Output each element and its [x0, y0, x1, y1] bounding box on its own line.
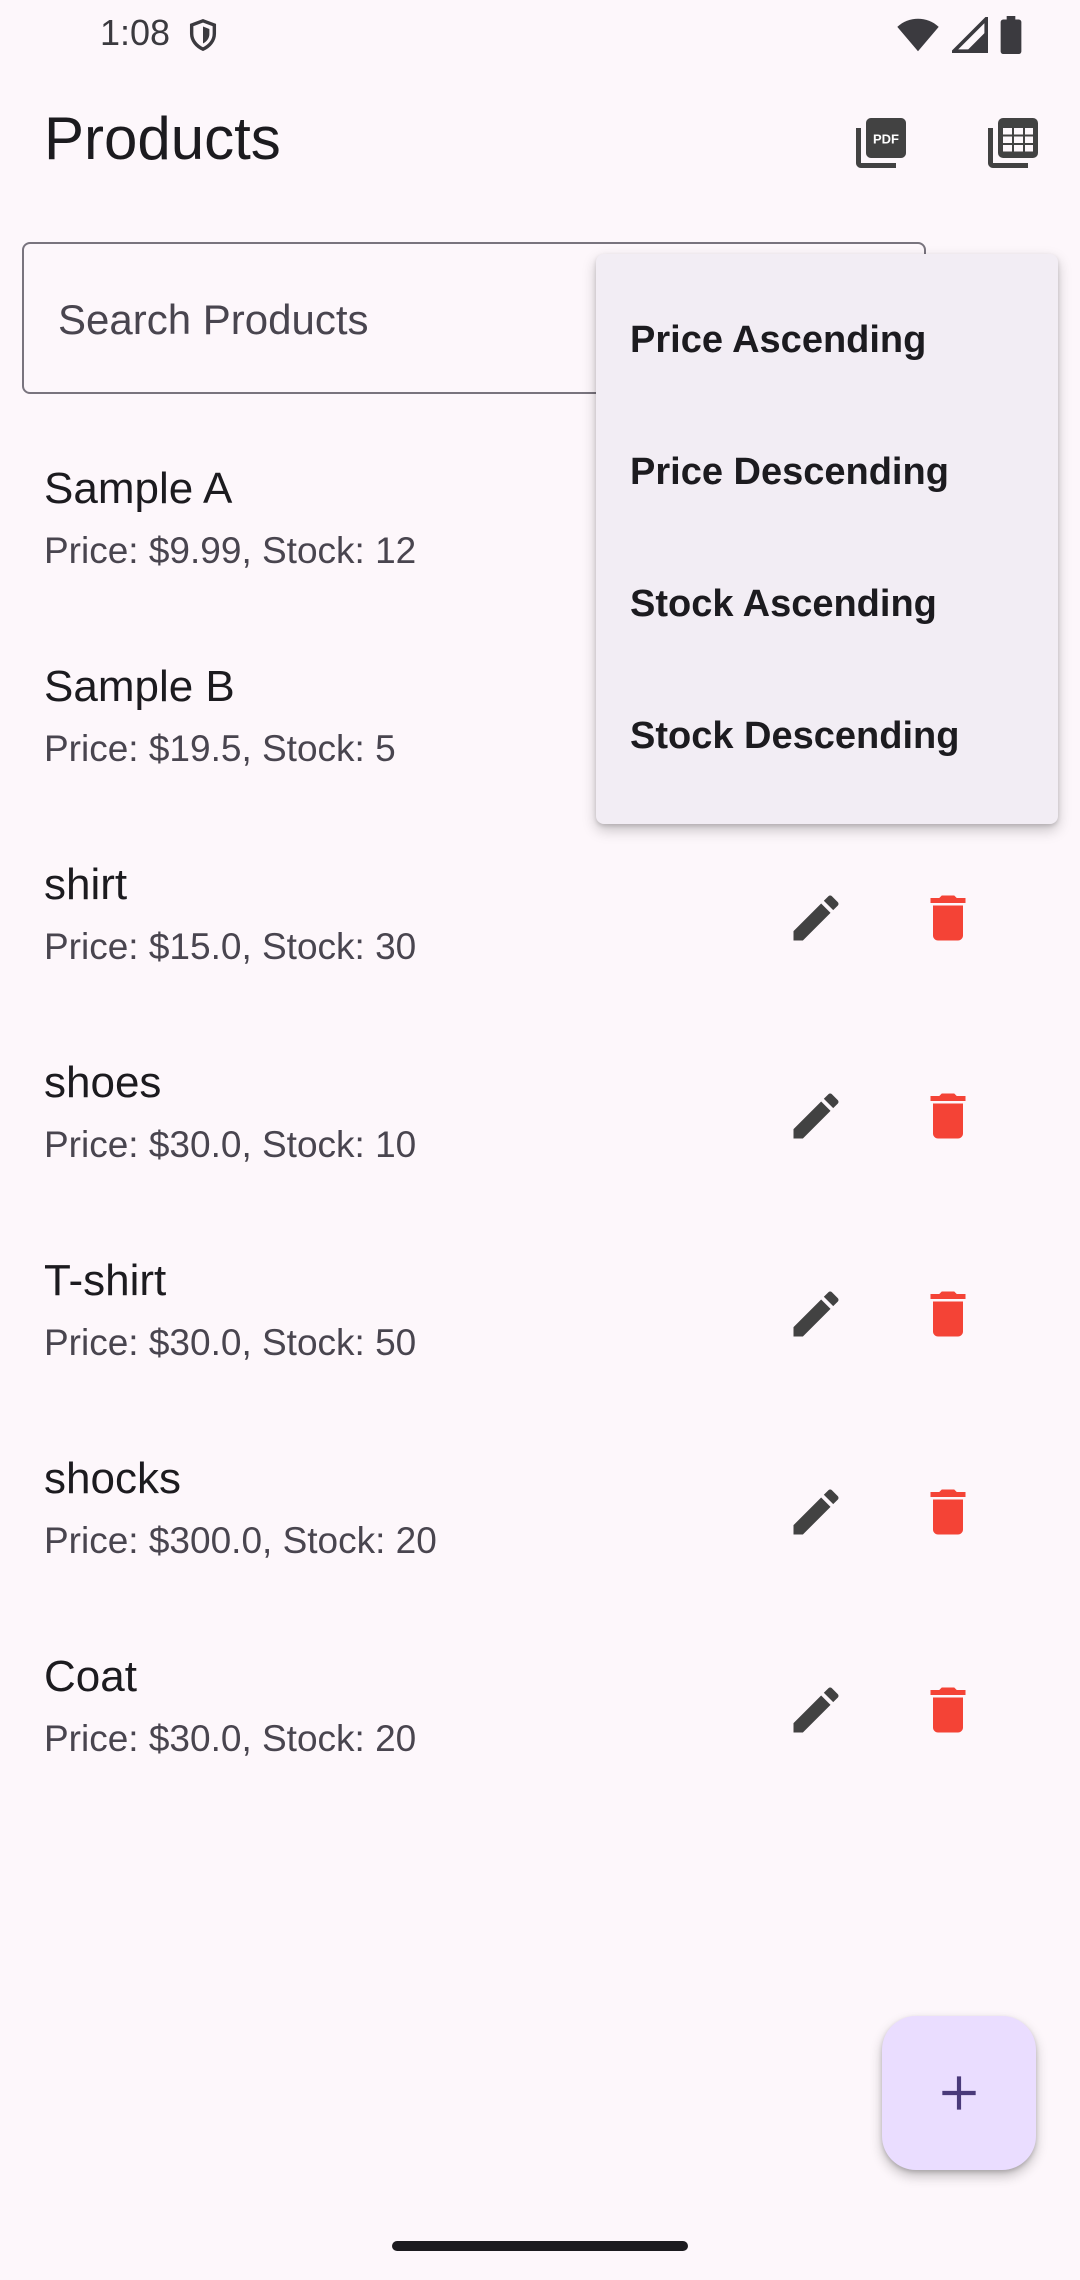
status-time: 1:08: [100, 12, 171, 53]
picture-as-pdf-icon: PDF: [856, 118, 906, 168]
product-row[interactable]: Coat Price: $30.0, Stock: 20: [0, 1618, 1080, 1816]
pencil-icon: [793, 1291, 839, 1337]
delete-button[interactable]: [900, 1662, 996, 1758]
menu-item-stock-ascending[interactable]: Stock Ascending: [596, 538, 1058, 670]
menu-item-price-descending[interactable]: Price Descending: [596, 406, 1058, 538]
add-product-button[interactable]: [882, 2016, 1036, 2170]
home-indicator[interactable]: [392, 2241, 688, 2251]
sort-menu: Price Ascending Price Descending Stock A…: [596, 254, 1058, 824]
product-detail: Price: $30.0, Stock: 10: [44, 1124, 417, 1165]
pencil-icon: [793, 1093, 839, 1139]
menu-item-stock-descending[interactable]: Stock Descending: [596, 670, 1058, 802]
status-icons: [896, 16, 1022, 54]
edit-button[interactable]: [768, 1266, 864, 1362]
delete-button[interactable]: [900, 1266, 996, 1362]
product-row[interactable]: shoes Price: $30.0, Stock: 10: [0, 1024, 1080, 1222]
edit-button[interactable]: [768, 1068, 864, 1164]
product-row[interactable]: shocks Price: $300.0, Stock: 20: [0, 1420, 1080, 1618]
page-title: Products: [44, 105, 281, 172]
screen: 1:08 Products PDF Search Products Sample…: [0, 0, 1080, 2280]
product-name: T-shirt: [44, 1256, 167, 1305]
trash-icon: [930, 1489, 966, 1535]
trash-icon: [930, 1093, 966, 1139]
wifi-icon: [897, 18, 939, 52]
product-name: Sample A: [44, 464, 233, 513]
svg-text:PDF: PDF: [873, 132, 899, 147]
product-name: Coat: [44, 1652, 137, 1701]
table-spreadsheet-icon: [988, 118, 1038, 168]
export-pdf-button[interactable]: PDF: [846, 108, 916, 178]
product-detail: Price: $300.0, Stock: 20: [44, 1520, 437, 1561]
trash-icon: [930, 1687, 966, 1733]
delete-button[interactable]: [900, 1068, 996, 1164]
status-bar: 1:08: [0, 0, 1080, 66]
menu-item-price-ascending[interactable]: Price Ascending: [596, 274, 1058, 406]
product-detail: Price: $30.0, Stock: 50: [44, 1322, 417, 1363]
edit-button[interactable]: [768, 870, 864, 966]
add-icon: [942, 2076, 976, 2110]
trash-icon: [930, 895, 966, 941]
product-detail: Price: $19.5, Stock: 5: [44, 728, 396, 769]
delete-button[interactable]: [900, 1464, 996, 1560]
product-row[interactable]: shirt Price: $15.0, Stock: 30: [0, 826, 1080, 1024]
product-row[interactable]: T-shirt Price: $30.0, Stock: 50: [0, 1222, 1080, 1420]
search-input[interactable]: [58, 290, 618, 350]
delete-button[interactable]: [900, 870, 996, 966]
battery-icon: [1000, 16, 1022, 54]
product-detail: Price: $30.0, Stock: 20: [44, 1718, 417, 1759]
shield-icon: [189, 19, 217, 52]
product-detail: Price: $15.0, Stock: 30: [44, 926, 417, 967]
edit-button[interactable]: [768, 1464, 864, 1560]
pencil-icon: [793, 895, 839, 941]
product-name: shocks: [44, 1454, 181, 1503]
cell-signal-icon: [952, 17, 988, 53]
product-name: Sample B: [44, 662, 235, 711]
trash-icon: [930, 1291, 966, 1337]
product-name: shirt: [44, 860, 128, 909]
product-name: shoes: [44, 1058, 162, 1107]
export-spreadsheet-button[interactable]: [978, 108, 1048, 178]
pencil-icon: [793, 1489, 839, 1535]
product-detail: Price: $9.99, Stock: 12: [44, 530, 417, 571]
pencil-icon: [793, 1687, 839, 1733]
edit-button[interactable]: [768, 1662, 864, 1758]
